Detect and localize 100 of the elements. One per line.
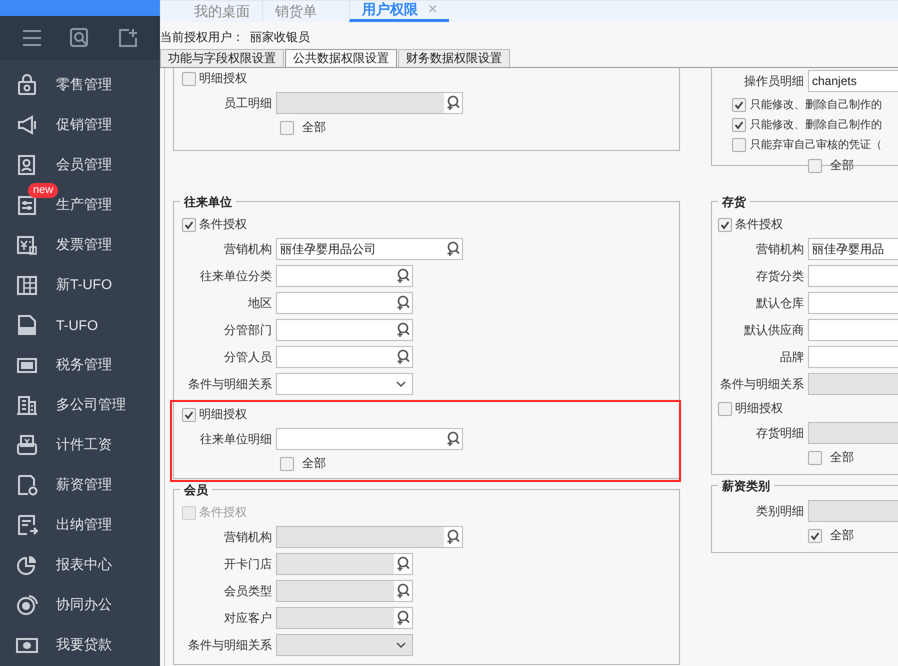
- new-badge: new: [28, 183, 58, 198]
- checkbox[interactable]: [808, 450, 822, 464]
- invoice-icon: [16, 234, 38, 256]
- checkbox[interactable]: [280, 456, 294, 470]
- input-field[interactable]: [276, 346, 413, 368]
- field-label: 对应客户: [223, 610, 272, 626]
- checkbox-label: 全部: [302, 455, 326, 472]
- field-label: 存货分类: [755, 268, 804, 284]
- sidebar-label: 新T-UFO: [56, 276, 112, 294]
- select-field[interactable]: [276, 373, 413, 395]
- field-label: 营销机构: [755, 240, 804, 258]
- checkbox-label: 明细授权: [199, 70, 247, 87]
- field-label: 分管人员: [223, 348, 272, 366]
- sidebar-label: 出纳管理: [56, 516, 112, 534]
- checkbox[interactable]: [280, 120, 294, 134]
- megaphone-icon: [16, 114, 38, 136]
- sidebar-item[interactable]: T-UFO: [0, 305, 160, 345]
- field-label: 存货明细: [755, 424, 804, 442]
- field-label: 分管部门: [223, 322, 272, 338]
- sidebar-item[interactable]: 会员管理: [0, 145, 160, 185]
- sidebar-item[interactable]: 出纳管理: [0, 505, 160, 545]
- field-label: 类别明细: [755, 502, 804, 520]
- checkbox[interactable]: [718, 402, 732, 416]
- target-icon: [16, 594, 38, 616]
- input-field[interactable]: 丽佳孕婴用品: [808, 238, 898, 260]
- checkbox-label: 全部: [830, 157, 854, 174]
- checkbox[interactable]: [718, 218, 732, 232]
- field-label: 往来单位分类: [199, 268, 272, 284]
- user-name: 丽家收银员: [250, 29, 310, 46]
- sidebar-item[interactable]: 发票管理: [0, 225, 160, 265]
- checkbox-label: 条件授权: [735, 216, 783, 233]
- checkbox[interactable]: [182, 218, 196, 232]
- sidebar-item[interactable]: 促销管理: [0, 105, 160, 145]
- sliders-icon: [16, 194, 38, 216]
- input-field[interactable]: chanjets: [808, 70, 898, 92]
- sidebar-item[interactable]: 计件工资: [0, 425, 160, 465]
- field-label: 操作员明细: [743, 72, 804, 90]
- sidebar-item[interactable]: 税务管理: [0, 345, 160, 385]
- sidebar-label: 生产管理: [56, 196, 112, 214]
- sidebar-item[interactable]: 协同办公: [0, 585, 160, 625]
- field-label: 条件与明细关系: [187, 376, 272, 392]
- field-label: 会员类型: [223, 582, 272, 600]
- sidebar-item[interactable]: 我要贷款: [0, 625, 160, 665]
- checkbox-label: 只能修改、删除自己制作的: [750, 118, 882, 132]
- lock-icon: [16, 74, 38, 96]
- user-label: 当前授权用户：: [160, 29, 244, 46]
- sidebar-item[interactable]: 新T-UFO: [0, 265, 160, 305]
- checkbox[interactable]: [808, 158, 822, 172]
- document-icon: [16, 314, 38, 336]
- input-field[interactable]: [276, 265, 413, 287]
- checkbox[interactable]: [182, 408, 196, 422]
- sidebar-item[interactable]: new 生产管理: [0, 185, 160, 225]
- printer-icon: [16, 434, 38, 456]
- tab[interactable]: 财务数据权限设置: [398, 49, 510, 67]
- sidebar-item[interactable]: 报表中心: [0, 545, 160, 585]
- input-field[interactable]: [276, 428, 463, 450]
- checkbox[interactable]: [808, 528, 822, 542]
- tab[interactable]: 公共数据权限设置: [285, 49, 397, 67]
- sidebar-label: 协同办公: [56, 596, 112, 614]
- field-label: 默认仓库: [755, 294, 804, 312]
- input-field[interactable]: 丽佳孕婴用品公司: [276, 238, 463, 260]
- group-title: 往来单位: [180, 194, 236, 211]
- group-title: 会员: [180, 482, 212, 499]
- sidebar-label: 报表中心: [56, 556, 112, 574]
- grid-document-icon: [16, 274, 38, 296]
- menu-icon[interactable]: [22, 29, 42, 47]
- field-label: 条件与明细关系: [719, 376, 804, 392]
- input-field[interactable]: [276, 292, 413, 314]
- field-label: 往来单位明细: [199, 430, 272, 448]
- checkbox[interactable]: [732, 138, 746, 152]
- input-field[interactable]: [276, 319, 413, 341]
- sidebar-item[interactable]: 薪资管理: [0, 465, 160, 505]
- sidebar-label: 税务管理: [56, 356, 112, 374]
- sidebar-label: 计件工资: [56, 436, 112, 454]
- checkbox-label: 明细授权: [735, 400, 783, 417]
- add-icon[interactable]: [118, 28, 138, 48]
- field-label: 营销机构: [223, 240, 272, 258]
- checkbox-label: 只能修改、删除自己制作的: [750, 98, 882, 112]
- sidebar-label: 发票管理: [56, 236, 112, 254]
- group-title: 薪资类别: [718, 478, 774, 495]
- field-label: 条件与明细关系: [187, 636, 272, 654]
- contact-card-icon: [16, 154, 38, 176]
- checkbox-label: 全部: [830, 449, 854, 466]
- checkbox-label: 只能弃审自己审核的凭证（: [750, 138, 882, 152]
- sidebar-label: 我要贷款: [56, 636, 112, 654]
- checkbox[interactable]: [732, 98, 746, 112]
- chevron-down-icon[interactable]: [394, 379, 408, 389]
- search-icon[interactable]: [70, 28, 90, 48]
- checkbox-label: 条件授权: [199, 504, 247, 521]
- sidebar-label: 会员管理: [56, 156, 112, 174]
- document-arrow-icon: [16, 514, 38, 536]
- sidebar-item[interactable]: 多公司管理: [0, 385, 160, 425]
- checkbox-label: 全部: [830, 527, 854, 544]
- checkbox-label: 条件授权: [199, 216, 247, 233]
- tab[interactable]: 功能与字段权限设置: [160, 49, 284, 67]
- checkbox[interactable]: [732, 118, 746, 132]
- checkbox[interactable]: [182, 72, 196, 86]
- group-title: 存货: [718, 194, 750, 211]
- sidebar-item[interactable]: 零售管理: [0, 65, 160, 105]
- sidebar-label: 薪资管理: [56, 476, 112, 494]
